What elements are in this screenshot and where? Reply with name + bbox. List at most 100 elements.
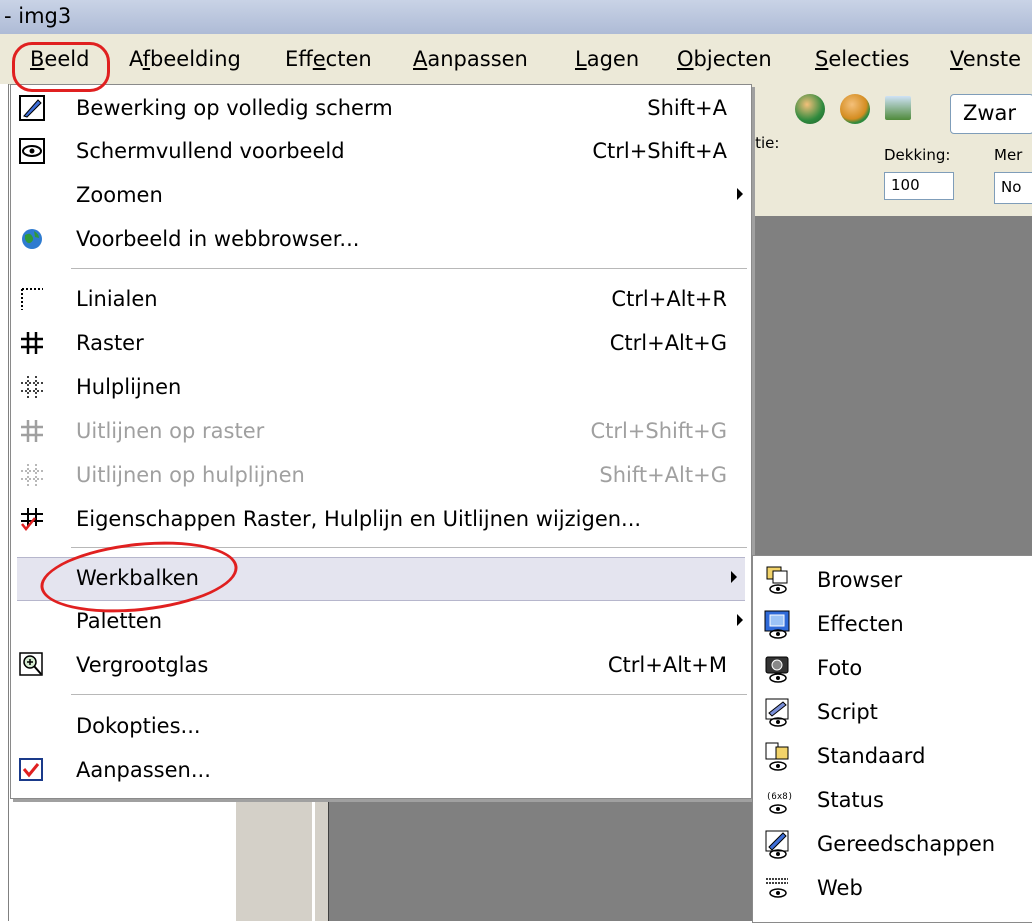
material-dropdown[interactable]: Zwar [950,94,1032,134]
status-toolbar-icon: (6x8) [766,792,793,814]
menu-item-fullscreen-preview[interactable]: Schermvullend voorbeeld Ctrl+Shift+A [11,131,751,173]
guides-icon [21,376,43,398]
window-title: - img3 [4,4,72,28]
menu-item-shortcut: Shift+A [647,96,727,120]
menu-item-zoom[interactable]: Zoomen [11,175,751,217]
menu-item-grid-properties[interactable]: Eigenschappen Raster, Hulplijn en Uitlij… [11,499,751,541]
submenu-arrow-icon [737,614,743,626]
menu-item-snap-grid: Uitlijnen op raster Ctrl+Shift+G [11,411,751,453]
menu-item-label: Schermvullend voorbeeld [76,139,345,163]
menu-effecten[interactable]: Effecten [285,47,372,71]
menu-item-label: Voorbeeld in webbrowser... [76,227,360,251]
standard-toolbar-icon [765,742,789,771]
submenu-item-effects[interactable]: Effecten [753,603,1032,647]
menu-item-label: Linialen [76,287,158,311]
submenu-item-status[interactable]: (6x8) Status [753,779,1032,823]
grid-properties-icon [21,508,43,531]
toolbars-submenu: Browser Effecten Foto Script Standaard (… [752,555,1032,923]
grid-icon [21,332,43,354]
menu-objecten[interactable]: Objecten [677,47,772,71]
submenu-arrow-icon [731,571,737,583]
menu-venster[interactable]: Venste [950,47,1021,71]
menu-item-rulers[interactable]: Linialen Ctrl+Alt+R [11,279,751,321]
menu-selecties[interactable]: Selecties [815,47,910,71]
magnifier-icon [19,652,43,676]
effects-toolbar-icon [764,610,790,639]
submenu-item-web[interactable]: Web [753,867,1032,911]
submenu-arrow-icon [737,188,743,200]
menu-item-label: Raster [76,331,144,355]
checkmark-icon [19,758,43,781]
menu-item-magnifier[interactable]: Vergrootglas Ctrl+Alt+M [11,645,751,687]
snap-grid-icon [21,420,43,442]
tools-toolbar-icon [765,830,789,859]
menu-item-shortcut: Ctrl+Alt+M [607,653,727,677]
submenu-item-browser[interactable]: Browser [753,559,1032,603]
menu-item-shortcut: Shift+Alt+G [599,463,727,487]
submenu-item-photo[interactable]: Foto [753,647,1032,691]
menu-item-label: Eigenschappen Raster, Hulplijn en Uitlij… [76,507,642,531]
opacity-spinner[interactable]: 100 [884,172,954,200]
ruler-icon [21,288,43,310]
beeld-menu: Bewerking op volledig scherm Shift+A Sch… [10,84,752,799]
menu-item-guides[interactable]: Hulplijnen [11,367,751,409]
menu-item-label: Aanpassen... [76,758,211,782]
menu-item-label: Uitlijnen op raster [76,419,265,443]
picture-icon[interactable] [885,96,911,120]
menu-item-label: Uitlijnen op hulplijnen [76,463,305,487]
menu-afbeelding[interactable]: Afbeelding [129,47,241,71]
menu-item-label: Zoomen [76,183,163,207]
blend-mode-label: Mer [994,146,1023,164]
eye-preview-icon [19,138,45,164]
title-bar: - img3 [0,0,1032,35]
menu-item-label: Vergrootglas [76,653,209,677]
submenu-item-label: Foto [817,656,863,680]
annotation-circle-beeld [12,42,110,92]
submenu-item-label: Effecten [817,612,904,636]
submenu-item-standard[interactable]: Standaard [753,735,1032,779]
script-toolbar-icon [765,698,789,727]
browser-toolbar-icon [766,566,788,594]
menu-item-shortcut: Ctrl+Alt+G [609,331,727,355]
photo-toolbar-icon [765,656,789,683]
menu-item-web-preview[interactable]: Voorbeeld in webbrowser... [11,219,751,261]
menu-item-label: Bewerking op volledig scherm [76,96,393,120]
menu-item-shortcut: Ctrl+Alt+R [611,287,727,311]
menu-item-label: Paletten [76,609,163,633]
menu-item-fullscreen-edit[interactable]: Bewerking op volledig scherm Shift+A [11,88,751,130]
opacity-label: Dekking: [884,146,951,164]
left-frame-edge [0,84,9,921]
menu-separator [71,694,747,695]
blend-mode-value: No [1001,178,1022,196]
submenu-item-tools[interactable]: Gereedschappen [753,823,1032,867]
opacity-value: 100 [891,176,920,194]
menu-item-label: Hulplijnen [76,375,182,399]
person-green-icon[interactable] [795,94,825,124]
menu-lagen[interactable]: Lagen [575,47,639,71]
submenu-item-label: Gereedschappen [817,832,996,856]
submenu-item-label: Status [817,788,884,812]
submenu-item-label: Browser [817,568,903,592]
menu-separator [71,268,747,269]
menu-item-dock-options[interactable]: Dokopties... [11,706,751,748]
snap-guides-icon [21,464,43,486]
menu-item-grid[interactable]: Raster Ctrl+Alt+G [11,323,751,365]
fullscreen-edit-icon [19,95,45,121]
globe-icon [22,229,42,249]
material-dropdown-value: Zwar [963,101,1017,125]
svg-text:(6x8): (6x8) [766,792,793,802]
menu-item-snap-guides: Uitlijnen op hulplijnen Shift+Alt+G [11,455,751,497]
menu-bar: Beeld Afbeelding Effecten Aanpassen Lage… [0,34,1032,85]
menu-item-label: Dokopties... [76,714,201,738]
submenu-item-script[interactable]: Script [753,691,1032,735]
menu-item-shortcut: Ctrl+Shift+G [590,419,727,443]
menu-item-shortcut: Ctrl+Shift+A [592,139,727,163]
menu-item-customize[interactable]: Aanpassen... [11,750,751,792]
submenu-item-label: Script [817,700,878,724]
submenu-item-label: Web [817,876,863,900]
submenu-item-label: Standaard [817,744,926,768]
person-orange-icon[interactable] [840,94,870,124]
web-toolbar-icon [766,878,788,898]
blend-mode-select[interactable]: No [994,172,1032,204]
menu-aanpassen[interactable]: Aanpassen [413,47,528,71]
